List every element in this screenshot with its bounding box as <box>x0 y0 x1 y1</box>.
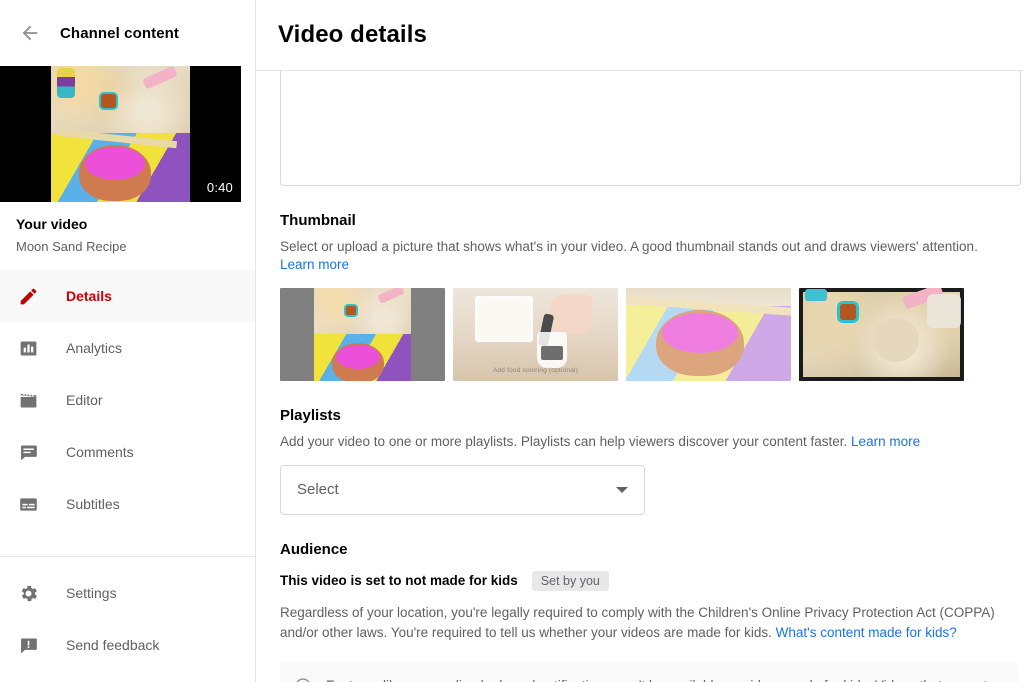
video-duration-badge: 0:40 <box>206 180 233 195</box>
playlists-section-title: Playlists <box>280 407 341 425</box>
playlists-section: Playlists Add your video to one or more … <box>280 407 1024 515</box>
bear-mold <box>837 301 859 324</box>
sidebar-item-analytics[interactable]: Analytics <box>0 322 255 374</box>
playlists-select-value: Select <box>297 481 339 499</box>
main-header: Video details <box>256 0 1024 71</box>
feedback-icon <box>8 635 48 656</box>
gear-icon <box>8 583 48 604</box>
toy-piece <box>805 289 827 302</box>
made-for-kids-link[interactable]: What's content made for kids? <box>776 625 957 640</box>
video-preview-bottom-frame <box>51 128 190 202</box>
bowl-inner-pink <box>85 147 145 180</box>
thumbnail-option-1[interactable] <box>280 288 445 382</box>
sidebar-item-details[interactable]: Details <box>0 270 255 322</box>
thumbnail-option-3[interactable] <box>626 288 791 382</box>
sidebar-item-label: Comments <box>66 444 134 460</box>
sidebar-item-send-feedback[interactable]: Send feedback <box>0 619 255 671</box>
thumbnail-section-title: Thumbnail <box>280 212 356 229</box>
playlists-description-text: Add your video to one or more playlists.… <box>280 434 848 450</box>
subtitles-icon <box>8 494 48 515</box>
video-preview-top-frame <box>51 66 190 133</box>
audience-info-box: Features like personalized ads and notif… <box>280 661 1018 682</box>
your-video-label: Your video <box>16 216 88 232</box>
audience-info-text: Features like personalized ads and notif… <box>326 676 1002 682</box>
youtube-studio-video-details-page: Channel content 0:40 Your video Moon San… <box>0 0 1024 682</box>
sidebar-item-comments[interactable]: Comments <box>0 426 255 478</box>
sidebar-item-label: Send feedback <box>66 637 160 653</box>
sidebar-item-label: Details <box>66 288 112 304</box>
sand-ball <box>873 318 919 363</box>
thumbnail-option-1-image <box>314 288 411 382</box>
audience-state-text: This video is set to not made for kids <box>280 573 518 589</box>
sidebar-item-label: Editor <box>66 392 103 408</box>
thumbnail-learn-more-link[interactable]: Learn more <box>280 257 349 272</box>
description-textarea[interactable] <box>280 71 1021 186</box>
main-body: Thumbnail Select or upload a picture tha… <box>256 71 1024 682</box>
audience-state-row: This video is set to not made for kids S… <box>280 570 1024 592</box>
sidebar-header: Channel content <box>0 0 255 66</box>
playlists-section-description: Add your video to one or more playlists.… <box>280 433 1008 451</box>
thumbnail-option-4-selected[interactable] <box>799 288 964 382</box>
back-arrow-icon[interactable] <box>10 13 50 53</box>
doll-figure <box>57 68 75 98</box>
thumbnail-description-text: Select or upload a picture that shows wh… <box>280 239 978 254</box>
spatula <box>142 66 178 90</box>
audience-section-title: Audience <box>280 540 348 558</box>
main-content: Video details Thumbnail Select or upload… <box>256 0 1024 682</box>
sidebar-item-label: Settings <box>66 585 117 601</box>
chevron-down-icon <box>616 486 628 493</box>
bowl-frame <box>314 334 411 382</box>
sidebar-bottom-group: Settings Send feedback <box>0 557 255 671</box>
clapper-icon <box>8 390 48 411</box>
bear-mold <box>99 92 118 110</box>
status-badge: Set by you <box>531 570 609 592</box>
your-video-block: Your video Moon Sand Recipe <box>0 202 255 268</box>
sand-frame <box>314 288 411 335</box>
plastic-bag <box>927 294 961 329</box>
thumbnail-section-description: Select or upload a picture that shows wh… <box>280 238 1008 274</box>
bar-chart-icon <box>8 338 48 359</box>
audience-section: Audience This video is set to not made f… <box>280 541 1024 682</box>
sidebar: Channel content 0:40 Your video Moon San… <box>0 0 256 682</box>
thumbnail-option-2[interactable]: Add food coloring (optional) <box>453 288 618 382</box>
sidebar-item-editor[interactable]: Editor <box>0 374 255 426</box>
playlists-learn-more-link[interactable]: Learn more <box>851 434 920 449</box>
pencil-icon <box>8 286 48 307</box>
flour <box>479 300 529 339</box>
audience-description: Regardless of your location, you're lega… <box>280 603 1013 644</box>
thumbnail-option-2-caption: Add food coloring (optional) <box>492 367 579 375</box>
thumbnail-options-row: Add food coloring (optional) <box>280 288 1024 382</box>
sidebar-nav: Details Analytics Editor Comments Subtit… <box>0 270 255 671</box>
thumbnail-section: Thumbnail Select or upload a picture tha… <box>280 212 1024 382</box>
page-title: Video details <box>278 21 427 48</box>
sand-ball <box>135 98 161 123</box>
hand <box>549 294 593 335</box>
bear-mold <box>344 304 358 318</box>
sand-ball <box>372 308 392 328</box>
sidebar-header-title: Channel content <box>60 24 180 42</box>
spatula <box>377 288 405 305</box>
comment-icon <box>8 442 48 463</box>
info-circle-icon <box>294 677 314 682</box>
video-preview-thumbnail[interactable]: 0:40 <box>0 66 241 202</box>
playlists-select[interactable]: Select <box>280 464 645 515</box>
sidebar-item-label: Subtitles <box>66 496 120 512</box>
sidebar-item-label: Analytics <box>66 340 123 356</box>
food-coloring-liquid <box>541 346 563 361</box>
video-preview-image <box>51 66 190 202</box>
your-video-title: Moon Sand Recipe <box>16 239 127 254</box>
sidebar-item-subtitles[interactable]: Subtitles <box>0 478 255 530</box>
sidebar-item-settings[interactable]: Settings <box>0 567 255 619</box>
